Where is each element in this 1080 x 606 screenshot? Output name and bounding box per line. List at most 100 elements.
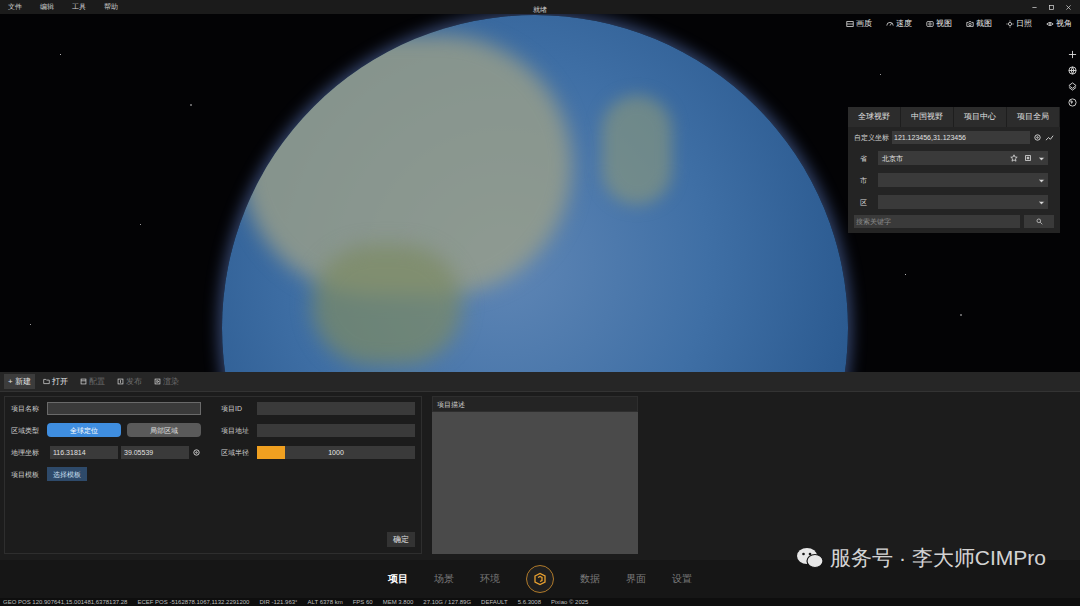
view-tab[interactable]: 项目全局 (1007, 107, 1060, 127)
toolbar-label: 视图 (936, 19, 952, 29)
toolbar-label: 日照 (1016, 19, 1032, 29)
toolbar-item[interactable]: 渲染 (150, 374, 183, 389)
render-icon (154, 378, 161, 385)
close-icon (1065, 4, 1072, 11)
logo-button[interactable] (526, 565, 554, 593)
minimize-icon (1031, 4, 1038, 11)
globe-icon (1068, 66, 1077, 75)
name-input[interactable] (47, 402, 201, 415)
toolbar-button[interactable]: 视角 (1046, 19, 1072, 29)
eye-icon (1046, 20, 1054, 28)
config-icon (80, 378, 87, 385)
radius-slider[interactable]: 1000 (257, 446, 415, 459)
toolbar-item-label: + 新建 (8, 377, 31, 387)
toolbar-item[interactable]: 发布 (113, 374, 146, 389)
view-tab[interactable]: 全球视野 (848, 107, 901, 127)
star (140, 224, 141, 225)
template-button[interactable]: 选择模板 (47, 467, 87, 481)
field-label: 项目名称 (11, 404, 47, 413)
menu-item[interactable]: 工具 (72, 2, 86, 12)
field-label: 地理坐标 (11, 448, 47, 457)
view-tab-label: 全球视野 (858, 112, 890, 122)
layers-icon (1068, 82, 1077, 91)
nav-item[interactable]: 场景 (434, 573, 454, 585)
select-label: 区 (860, 198, 872, 207)
nav-item[interactable]: 环境 (480, 573, 500, 585)
nav-item[interactable]: 数据 (580, 573, 600, 585)
menu-item[interactable]: 编辑 (40, 2, 54, 12)
region-option[interactable]: 局部区域 (127, 423, 201, 437)
toolbar-item-label: 渲染 (163, 377, 179, 387)
status-item: Pixiao © 2025 (551, 598, 588, 606)
wechat-icon (796, 546, 824, 570)
toolbar-item-label: 配置 (89, 377, 105, 387)
toolbar-button[interactable]: 视图 (926, 19, 952, 29)
toolbar-item[interactable]: + 新建 (4, 374, 35, 389)
globe-viewport[interactable]: 画质速度视图截图日照视角 全球视野中国视野项目中心项目全局自定义坐标省北京市市区 (0, 14, 1080, 372)
toolbar-button[interactable]: 画质 (846, 19, 872, 29)
confirm-button[interactable]: 确定 (387, 532, 415, 547)
nav-item[interactable]: 设置 (672, 573, 692, 585)
toolbar-button[interactable]: 速度 (886, 19, 912, 29)
template-button-label: 选择模板 (53, 470, 81, 479)
address-input[interactable] (257, 424, 415, 437)
toolbar-button[interactable]: 日照 (1006, 19, 1032, 29)
view-tab-label: 中国视野 (911, 112, 943, 122)
toolbar-label: 画质 (856, 19, 872, 29)
sun-icon (1006, 20, 1014, 28)
toolbar-item[interactable]: 配置 (76, 374, 109, 389)
status-item: DIR -121.963° (259, 598, 297, 606)
land (312, 245, 462, 365)
coord-label: 自定义坐标 (854, 133, 889, 142)
dropdown-icon (1038, 199, 1045, 206)
toolbar-label: 视角 (1056, 19, 1072, 29)
view-tab[interactable]: 中国视野 (901, 107, 954, 127)
id-input[interactable] (257, 402, 415, 415)
province-select[interactable]: 北京市 (878, 151, 1048, 165)
menu-item[interactable]: 文件 (8, 2, 22, 12)
side-tools (1068, 50, 1077, 107)
move-icon (1068, 50, 1077, 59)
district-select[interactable] (878, 195, 1048, 209)
status-item: ALT 6378 km (308, 598, 343, 606)
land (602, 95, 672, 205)
watermark: 服务号 · 李大师CIMPro (796, 545, 1046, 571)
search-input[interactable] (854, 215, 1020, 228)
region-option[interactable]: 全球定位 (47, 423, 121, 437)
longitude-input[interactable] (50, 446, 118, 459)
select-value: 北京市 (882, 154, 1004, 163)
nav-item[interactable]: 界面 (626, 573, 646, 585)
latitude-input[interactable] (121, 446, 189, 459)
project-panel: + 新建打开配置发布渲染 项目名称项目ID区域类型全球定位局部区域项目地址地理坐… (0, 372, 1080, 560)
search-button[interactable] (1024, 215, 1054, 228)
field-label: 项目ID (221, 404, 257, 413)
watermark-text: 服务号 · 李大师CIMPro (830, 545, 1046, 571)
quality-icon (846, 20, 854, 28)
slider-fill (257, 446, 285, 459)
status-item: MEM 3.800 (383, 598, 414, 606)
status-item: DEFAULT (481, 598, 508, 606)
status-item: GEO POS 120.907641,15.001481,6378137.28 (3, 598, 127, 606)
description-input[interactable] (432, 412, 638, 554)
project-toolbar: + 新建打开 配置发布 渲染 (0, 372, 1080, 392)
star (60, 54, 61, 55)
globe[interactable] (222, 15, 848, 372)
toolbar-label: 速度 (896, 19, 912, 29)
dropdown-icon (1038, 155, 1045, 162)
logo-icon (533, 572, 547, 586)
coord-input[interactable] (892, 131, 1030, 144)
nav-item[interactable]: 项目 (388, 573, 408, 585)
toolbar-item[interactable]: 打开 (39, 374, 72, 389)
radius-reading: 1000 (328, 448, 344, 457)
locate-icon (192, 448, 201, 457)
field-label: 项目模板 (11, 470, 47, 479)
star (190, 104, 192, 106)
field-label: 区域半径 (221, 448, 257, 457)
city-select[interactable] (878, 173, 1048, 187)
menu-item[interactable]: 帮助 (104, 2, 118, 12)
toolbar-button[interactable]: 截图 (966, 19, 992, 29)
fit-icon (1024, 154, 1032, 162)
view-tab[interactable]: 项目中心 (954, 107, 1007, 127)
menu-bar: 文件编辑工具帮助就绪 (0, 0, 1080, 14)
screenshot-icon (966, 20, 974, 28)
